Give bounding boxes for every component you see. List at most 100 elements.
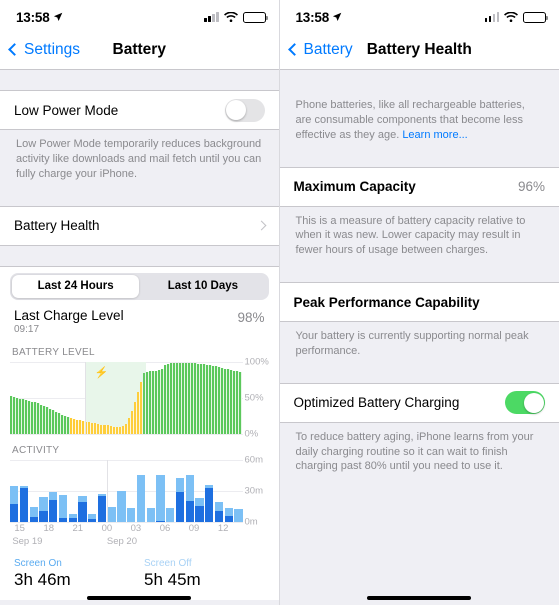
activity-bar-screen-off xyxy=(117,491,126,523)
navigation-bar: Settings Battery xyxy=(0,30,279,70)
activity-bar xyxy=(68,460,77,523)
time-range-segmented-control[interactable]: Last 24 Hours Last 10 Days xyxy=(0,267,279,304)
x-tick-label: 09 xyxy=(188,523,200,535)
x-day-label: Sep 19 xyxy=(12,536,43,548)
activity-bar-screen-on xyxy=(205,487,214,523)
battery-health-screen: 13:58 Battery Battery Health Phone batte… xyxy=(279,0,559,605)
screen-off-label: Screen Off xyxy=(144,558,192,570)
activity-chart: ACTIVITY 60m 30m 0m 15 18 21 00 03 06 09 12 Sep 1… xyxy=(0,439,279,553)
activity-bar xyxy=(224,460,233,523)
activity-bar-screen-off xyxy=(195,498,204,506)
chevron-left-icon xyxy=(287,43,301,56)
y-tick-label: 60m xyxy=(244,454,263,466)
x-tick-label: 12 xyxy=(217,523,229,535)
location-arrow-icon xyxy=(53,12,62,21)
last-charge-left: Last Charge Level 09:17 xyxy=(14,308,124,335)
back-button-label: Battery xyxy=(303,40,353,58)
battery-level-chart-title: BATTERY LEVEL xyxy=(12,347,95,359)
peak-performance-label: Peak Performance Capability xyxy=(293,294,480,310)
battery-screen: 13:58 Settings Battery Low Power Mode Lo… xyxy=(0,0,280,605)
status-bar-indicators xyxy=(204,11,268,23)
activity-bar xyxy=(78,460,87,523)
maximum-capacity-row: Maximum Capacity 96% xyxy=(279,166,559,207)
activity-bar xyxy=(29,460,38,523)
battery-health-row[interactable]: Battery Health xyxy=(0,205,279,246)
activity-bar xyxy=(10,460,19,523)
x-tick-label: 06 xyxy=(159,523,171,535)
activity-bar-screen-off xyxy=(10,485,19,505)
activity-bar-screen-off xyxy=(146,507,155,523)
segment-last-10-days[interactable]: Last 10 Days xyxy=(139,275,266,298)
activity-x-axis: 15 18 21 00 03 06 09 12 xyxy=(10,523,243,536)
activity-bar-screen-on xyxy=(49,500,58,523)
activity-bar-screen-on xyxy=(185,501,194,523)
y-tick-label: 0% xyxy=(244,428,259,440)
activity-bar xyxy=(185,460,194,523)
battery-icon xyxy=(523,11,549,23)
activity-bar xyxy=(205,460,214,523)
cellular-signal-icon xyxy=(204,12,219,22)
activity-bar xyxy=(58,460,67,523)
wifi-icon xyxy=(504,11,518,22)
activity-bar xyxy=(107,460,116,523)
activity-bar-screen-on xyxy=(39,510,48,523)
optimized-battery-charging-label: Optimized Battery Charging xyxy=(293,395,460,411)
activity-bar-screen-off xyxy=(185,474,194,502)
activity-bar-screen-on xyxy=(175,492,184,523)
optimized-battery-charging-row[interactable]: Optimized Battery Charging xyxy=(279,382,559,423)
battery-level-chart: BATTERY LEVEL 100% 50% 0% ⚡ xyxy=(0,341,279,440)
x-tick-label: 03 xyxy=(130,523,142,535)
low-power-mode-row[interactable]: Low Power Mode xyxy=(0,90,279,130)
learn-more-link[interactable]: Learn more... xyxy=(402,129,467,141)
low-power-mode-toggle[interactable] xyxy=(224,98,265,122)
activity-bar xyxy=(117,460,126,523)
segmented-control[interactable]: Last 24 Hours Last 10 Days xyxy=(10,272,269,300)
last-charge-percent: 98% xyxy=(237,309,265,325)
activity-bar xyxy=(88,460,97,523)
last-charge-level-row: Last Charge Level 09:17 98% xyxy=(0,303,279,341)
maximum-capacity-label: Maximum Capacity xyxy=(293,179,416,195)
screen-off-stat: Screen Off 5h 45m xyxy=(144,558,274,590)
peak-performance-row: Peak Performance Capability xyxy=(279,282,559,323)
activity-bar xyxy=(214,460,223,523)
activity-bar-screen-off xyxy=(175,477,184,493)
battery-level-bar xyxy=(239,372,243,435)
battery-level-bars xyxy=(10,362,243,435)
activity-bar xyxy=(146,460,155,523)
activity-bar-screen-off xyxy=(127,507,136,523)
activity-plot: 60m 30m 0m xyxy=(10,455,263,528)
screen-on-stat: Screen On 3h 46m xyxy=(14,558,144,590)
location-arrow-icon xyxy=(332,12,342,21)
activity-bar-screen-on xyxy=(195,505,204,523)
activity-bar xyxy=(19,460,28,523)
activity-bar-screen-on xyxy=(78,502,87,523)
activity-bar-screen-off xyxy=(107,506,116,523)
last-charge-level-label: Last Charge Level xyxy=(14,307,124,323)
activity-chart-title: ACTIVITY xyxy=(12,445,60,457)
optimized-battery-charging-toggle[interactable] xyxy=(505,391,545,415)
status-bar-time: 13:58 xyxy=(295,9,330,25)
activity-bar xyxy=(156,460,165,523)
activity-bars xyxy=(10,460,243,523)
last-charge-time: 09:17 xyxy=(14,323,40,335)
activity-bar-screen-on xyxy=(88,518,97,523)
segment-last-24-hours[interactable]: Last 24 Hours xyxy=(12,274,140,298)
back-button-settings[interactable]: Settings xyxy=(8,40,81,59)
screen-off-value: 5h 45m xyxy=(144,570,201,590)
activity-bar-screen-off xyxy=(29,506,38,517)
maximum-capacity-footnote: This is a measure of battery capacity re… xyxy=(295,214,526,257)
battery-usage-section-header: BATTERY USAGE BY APP SHOW ACTIVITY xyxy=(0,600,279,605)
activity-bar-screen-on xyxy=(19,487,28,523)
usage-card: Last 24 Hours Last 10 Days Last Charge L… xyxy=(0,265,279,601)
status-bar-time-group: 13:58 xyxy=(296,10,343,25)
activity-bar-screen-on xyxy=(224,515,233,523)
back-button-label: Settings xyxy=(24,40,81,58)
peak-performance-footnote: Your battery is currently supporting nor… xyxy=(295,330,529,357)
y-tick-label: 30m xyxy=(244,485,263,497)
home-indicator xyxy=(367,595,472,600)
back-button-battery[interactable]: Battery xyxy=(287,40,353,59)
navigation-bar: Battery Battery Health xyxy=(279,30,559,70)
